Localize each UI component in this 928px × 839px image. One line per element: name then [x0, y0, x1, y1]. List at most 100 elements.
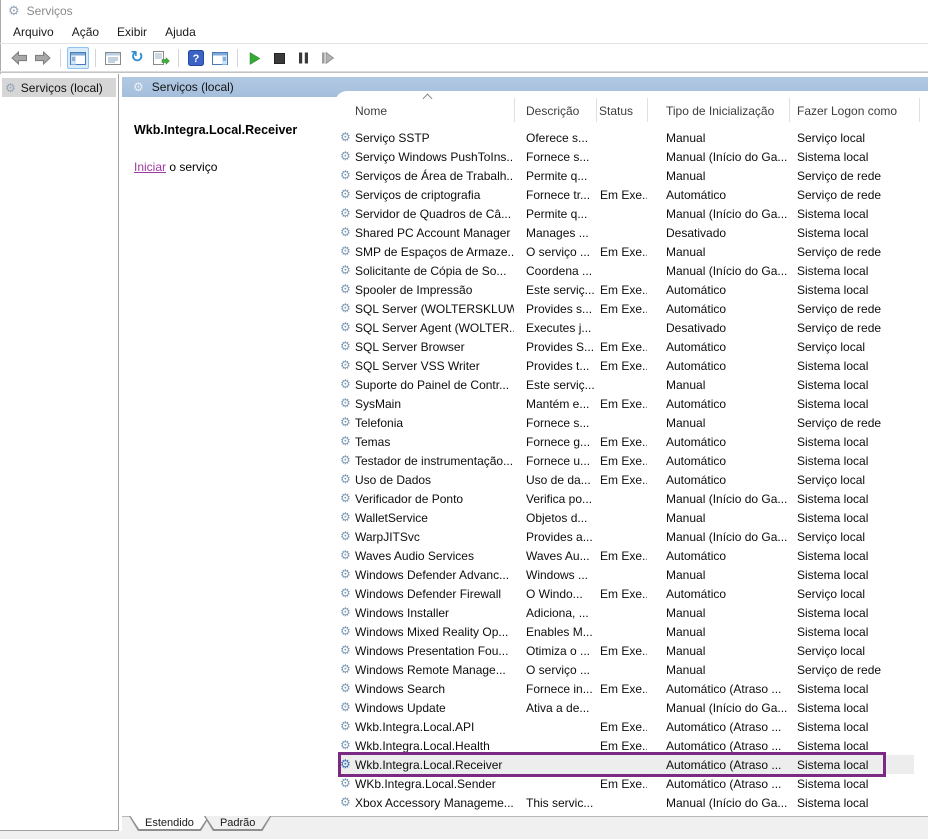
tab-padrao[interactable]: Padrão [204, 816, 271, 831]
cell-startup_type: Manual (Início do Ga... [647, 150, 789, 164]
refresh-button[interactable]: ↻ [126, 47, 148, 69]
service-row[interactable]: ⚙SQL Server BrowserProvides S...Em Exe..… [340, 337, 914, 356]
service-row[interactable]: ⚙WarpJITSvcProvides a...Manual (Início d… [340, 527, 914, 546]
cell-startup_type: Automático (Atraso ... [647, 777, 789, 791]
column-separator[interactable] [919, 98, 920, 122]
back-icon [10, 51, 28, 65]
tree-item-servicos-local[interactable]: ⚙ Serviços (local) [2, 78, 116, 97]
menu-ajuda[interactable]: Ajuda [156, 22, 205, 43]
cell-name: SQL Server (WOLTERSKLUW... [355, 302, 514, 316]
service-row[interactable]: ⚙Windows InstallerAdiciona, ...ManualSis… [340, 603, 914, 622]
service-row[interactable]: ⚙Spooler de ImpressãoEste serviç...Em Ex… [340, 280, 914, 299]
refresh-icon: ↻ [130, 50, 143, 66]
cell-logon_as: Sistema local [789, 549, 914, 563]
column-separator[interactable] [596, 98, 597, 122]
app-gear-icon: ⚙ [8, 3, 20, 19]
cell-startup_type: Automático [647, 359, 789, 373]
cell-startup_type: Automático (Atraso ... [647, 739, 789, 753]
properties-button[interactable] [102, 47, 124, 69]
service-row[interactable]: ⚙Windows Presentation Fou...Otimiza o ..… [340, 641, 914, 660]
service-row[interactable]: ⚙TemasFornece g...Em Exe...AutomáticoSis… [340, 432, 914, 451]
column-separator[interactable] [789, 98, 790, 122]
start-service-button[interactable] [244, 47, 266, 69]
menu-exibir[interactable]: Exibir [108, 22, 156, 43]
service-row[interactable]: ⚙Wkb.Integra.Local.HealthEm Exe...Automá… [340, 736, 914, 755]
export-list-icon [153, 51, 170, 65]
service-row[interactable]: ⚙Serviço Windows PushToIns...Fornece s..… [340, 147, 914, 166]
start-service-link[interactable]: Iniciar [134, 160, 166, 174]
column-header-descricao[interactable]: Descrição [526, 104, 579, 118]
cell-startup_type: Automático (Atraso ... [647, 758, 789, 772]
service-gear-icon: ⚙ [340, 299, 355, 318]
service-row[interactable]: ⚙Serviços de criptografiaFornece tr...Em… [340, 185, 914, 204]
cell-logon_as: Serviço local [789, 340, 914, 354]
service-row[interactable]: ⚙WalletServiceObjetos d...ManualSistema … [340, 508, 914, 527]
cell-status: Em Exe... [596, 302, 647, 316]
service-row[interactable]: ⚙Serviço SSTPOferece s...ManualServiço l… [340, 128, 914, 147]
service-row[interactable]: ⚙Wkb.Integra.Local.APIEm Exe...Automátic… [340, 717, 914, 736]
service-row[interactable]: ⚙SQL Server VSS WriterProvides t...Em Ex… [340, 356, 914, 375]
cell-startup_type: Automático [647, 454, 789, 468]
service-row[interactable]: ⚙Testador de instrumentação...Fornece u.… [340, 451, 914, 470]
cell-startup_type: Manual (Início do Ga... [647, 492, 789, 506]
back-button[interactable] [8, 47, 30, 69]
service-row[interactable]: ⚙SQL Server Agent (WOLTER...Executes j..… [340, 318, 914, 337]
stop-service-button[interactable] [268, 47, 290, 69]
column-header-status[interactable]: Status [599, 104, 633, 118]
cell-status: Em Exe... [596, 340, 647, 354]
cell-description: Coordena ... [514, 264, 596, 278]
service-row[interactable]: ⚙SQL Server (WOLTERSKLUW...Provides s...… [340, 299, 914, 318]
forward-icon [34, 51, 52, 65]
service-row[interactable]: ⚙Waves Audio ServicesWaves Au...Em Exe..… [340, 546, 914, 565]
column-header-nome[interactable]: Nome [355, 104, 387, 118]
forward-button[interactable] [32, 47, 54, 69]
menu-bar: Arquivo Ação Exibir Ajuda [0, 22, 928, 44]
cell-logon_as: Serviço de rede [789, 321, 914, 335]
export-list-button[interactable] [150, 47, 172, 69]
service-row[interactable]: ⚙Windows Remote Manage...O serviço ...Ma… [340, 660, 914, 679]
column-header-tipo[interactable]: Tipo de Inicialização [666, 104, 774, 118]
column-header-logon[interactable]: Fazer Logon como [797, 104, 897, 118]
cell-startup_type: Automático (Atraso ... [647, 682, 789, 696]
column-separator[interactable] [647, 98, 648, 122]
column-separator[interactable] [514, 98, 515, 122]
cell-logon_as: Sistema local [789, 720, 914, 734]
service-row[interactable]: ⚙SysMainMantém e...Em Exe...AutomáticoSi… [340, 394, 914, 413]
service-row[interactable]: ⚙Windows Defender FirewallO Windo...Em E… [340, 584, 914, 603]
menu-acao[interactable]: Ação [63, 22, 108, 43]
service-row[interactable]: ⚙SMP de Espaços de Armaze...O serviço ..… [340, 242, 914, 261]
service-row[interactable]: ⚙Servidor de Quadros de Câ...Permite q..… [340, 204, 914, 223]
menu-arquivo[interactable]: Arquivo [4, 22, 63, 43]
service-row[interactable]: ⚙Suporte do Painel de Contr...Este servi… [340, 375, 914, 394]
restart-service-button[interactable] [316, 47, 338, 69]
cell-startup_type: Automático [647, 188, 789, 202]
tab-estendido[interactable]: Estendido [129, 816, 210, 831]
service-row[interactable]: ⚙Windows SearchFornece in...Em Exe...Aut… [340, 679, 914, 698]
service-row[interactable]: ⚙TelefoniaFornece s...ManualServiço de r… [340, 413, 914, 432]
pause-service-button[interactable] [292, 47, 314, 69]
help-button[interactable]: ? [185, 47, 207, 69]
service-gear-icon: ⚙ [340, 242, 355, 261]
service-row[interactable]: ⚙Wkb.Integra.Local.ReceiverAutomático (A… [340, 755, 914, 774]
cell-status: Em Exe... [596, 454, 647, 468]
cell-description: Permite q... [514, 207, 596, 221]
service-row[interactable]: ⚙WKb.Integra.Local.SenderEm Exe...Automá… [340, 774, 914, 793]
cell-description: Manages ... [514, 226, 596, 240]
cell-startup_type: Automático [647, 283, 789, 297]
show-action-pane-button[interactable] [209, 47, 231, 69]
service-row[interactable]: ⚙Shared PC Account ManagerManages ...Des… [340, 223, 914, 242]
show-console-tree-button[interactable] [67, 47, 89, 69]
service-row[interactable]: ⚙Windows Defender Advanc...Windows ...Ma… [340, 565, 914, 584]
service-row[interactable]: ⚙Windows UpdateAtiva a de...Manual (Iníc… [340, 698, 914, 717]
cell-description: Provides a... [514, 530, 596, 544]
cell-logon_as: Serviço de rede [789, 169, 914, 183]
service-gear-icon: ⚙ [340, 394, 355, 413]
service-row[interactable]: ⚙Uso de DadosUso de da...Em Exe...Automá… [340, 470, 914, 489]
service-row[interactable]: ⚙Xbox Accessory Manageme...This servic..… [340, 793, 914, 812]
service-row[interactable]: ⚙Windows Mixed Reality Op...Enables M...… [340, 622, 914, 641]
service-row[interactable]: ⚙Verificador de PontoVerifica po...Manua… [340, 489, 914, 508]
service-gear-icon: ⚙ [340, 147, 355, 166]
service-row[interactable]: ⚙Serviços de Área de Trabalh...Permite q… [340, 166, 914, 185]
cell-logon_as: Serviço de rede [789, 245, 914, 259]
service-row[interactable]: ⚙Solicitante de Cópia de So...Coordena .… [340, 261, 914, 280]
